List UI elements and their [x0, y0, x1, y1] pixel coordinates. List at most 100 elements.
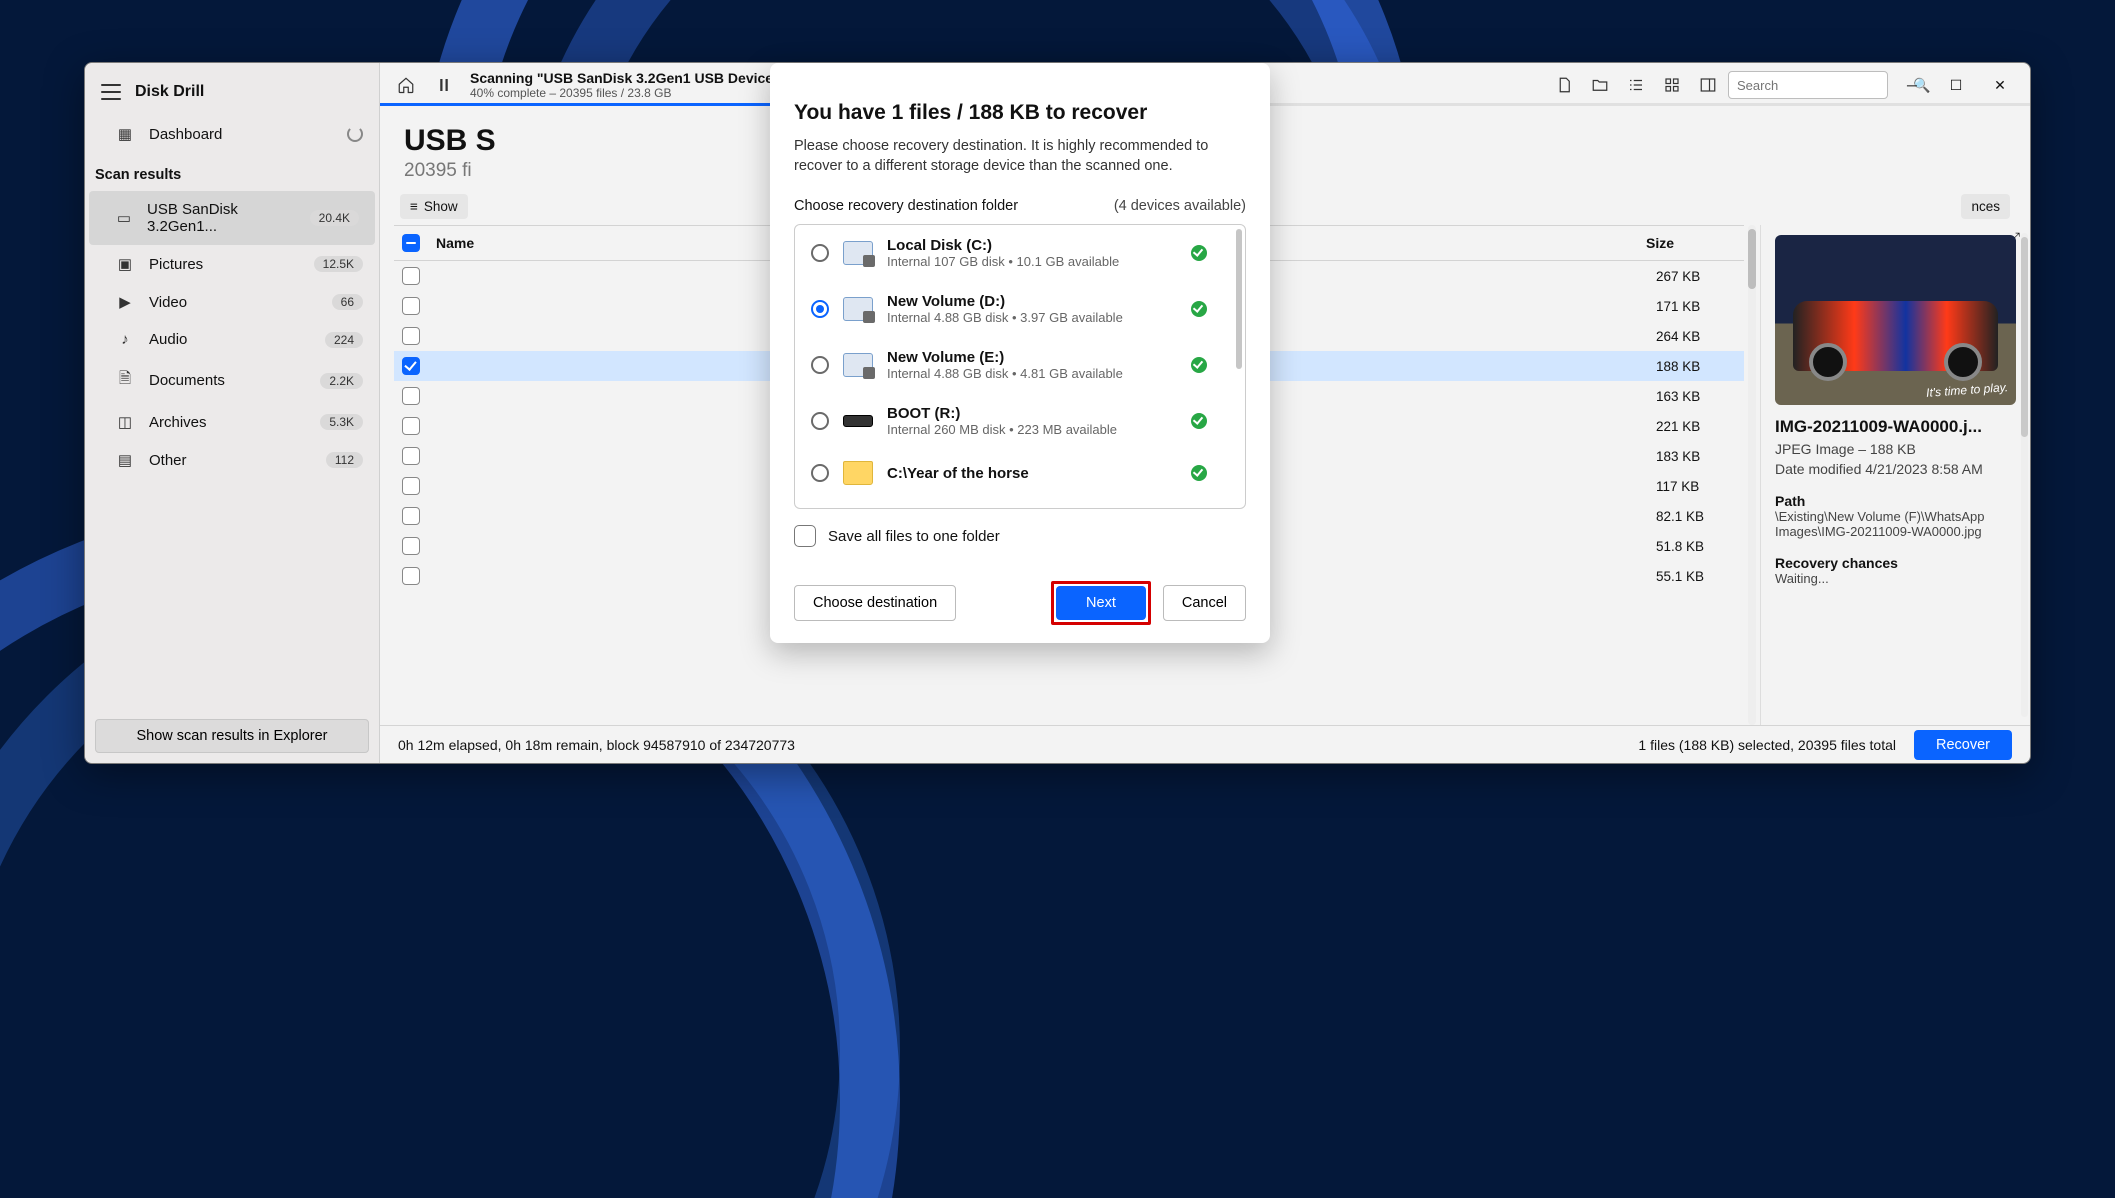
recover-button[interactable]: Recover: [1914, 730, 2012, 760]
sidebar-item-documents[interactable]: 🗎 Documents 2.2K: [85, 358, 379, 403]
destination-item[interactable]: BOOT (R:)Internal 260 MB disk • 223 MB a…: [795, 393, 1245, 449]
drive-icon: [843, 241, 873, 265]
radio-button[interactable]: [811, 356, 829, 374]
close-button[interactable]: ✕: [1980, 70, 2020, 100]
list-view-icon[interactable]: [1620, 69, 1652, 101]
sidebar-item-dashboard[interactable]: ▦ Dashboard: [85, 115, 379, 153]
detail-filename: IMG-20211009-WA0000.j...: [1775, 417, 2016, 437]
pause-button[interactable]: [428, 69, 460, 101]
row-checkbox[interactable]: [402, 567, 420, 585]
home-button[interactable]: [390, 69, 422, 101]
row-size: 221 KB: [1656, 419, 1736, 434]
radio-button[interactable]: [811, 464, 829, 482]
detail-path-label: Path: [1775, 493, 2016, 509]
row-checkbox[interactable]: [402, 357, 420, 375]
destination-name: New Volume (D:): [887, 293, 1123, 310]
sidebar-item-archives[interactable]: ◫ Archives 5.3K: [85, 403, 379, 441]
row-size: 188 KB: [1656, 359, 1736, 374]
save-all-label: Save all files to one folder: [828, 528, 1000, 545]
search-input[interactable]: 🔍: [1728, 71, 1888, 99]
sidebar-item-other[interactable]: ▤ Other 112: [85, 441, 379, 479]
sidebar-item-label: Dashboard: [149, 126, 222, 143]
other-icon: ▤: [115, 451, 135, 469]
count-badge: 12.5K: [314, 256, 363, 272]
ok-badge-icon: [1191, 413, 1207, 429]
select-all-checkbox[interactable]: [402, 234, 420, 252]
sidebar-item-label: Archives: [149, 414, 207, 431]
column-header-size[interactable]: Size: [1646, 235, 1736, 251]
video-icon: ▶: [115, 293, 135, 311]
row-checkbox[interactable]: [402, 327, 420, 345]
row-checkbox[interactable]: [402, 297, 420, 315]
show-filter-button[interactable]: ≡ Show: [400, 194, 468, 219]
next-button[interactable]: Next: [1056, 586, 1146, 620]
radio-button[interactable]: [811, 412, 829, 430]
image-preview: It's time to play.: [1775, 235, 2016, 405]
row-checkbox[interactable]: [402, 447, 420, 465]
modal-choose-label: Choose recovery destination folder: [794, 198, 1018, 214]
save-all-checkbox[interactable]: Save all files to one folder: [794, 525, 1246, 547]
table-scrollbar[interactable]: [1748, 225, 1756, 725]
cancel-button[interactable]: Cancel: [1163, 585, 1246, 621]
file-icon[interactable]: [1548, 69, 1580, 101]
audio-icon: ♪: [115, 331, 135, 348]
next-button-highlight: Next: [1051, 581, 1151, 625]
row-checkbox[interactable]: [402, 477, 420, 495]
modal-subtitle: Please choose recovery destination. It i…: [794, 137, 1246, 176]
document-icon: 🗎: [115, 368, 135, 393]
row-checkbox[interactable]: [402, 537, 420, 555]
sidebar-item-pictures[interactable]: ▣ Pictures 12.5K: [85, 245, 379, 283]
chances-filter-button[interactable]: nces: [1961, 194, 2010, 219]
row-checkbox[interactable]: [402, 387, 420, 405]
sidebar-section-title: Scan results: [85, 153, 379, 191]
destination-item[interactable]: Local Disk (C:)Internal 107 GB disk • 10…: [795, 225, 1245, 281]
detail-scrollbar[interactable]: [2021, 233, 2028, 717]
main-pane: Scanning "USB SanDisk 3.2Gen1 USB Device…: [380, 63, 2030, 763]
destination-detail: Internal 4.88 GB disk • 4.81 GB availabl…: [887, 366, 1123, 381]
destination-item[interactable]: C:\Year of the horse: [795, 449, 1245, 497]
row-checkbox[interactable]: [402, 267, 420, 285]
destination-detail: Internal 107 GB disk • 10.1 GB available: [887, 254, 1119, 269]
destination-item[interactable]: New Volume (E:)Internal 4.88 GB disk • 4…: [795, 337, 1245, 393]
row-checkbox[interactable]: [402, 417, 420, 435]
destination-detail: Internal 260 MB disk • 223 MB available: [887, 422, 1117, 437]
search-field[interactable]: [1737, 78, 1913, 93]
count-badge: 2.2K: [320, 373, 363, 389]
destination-scrollbar[interactable]: [1236, 229, 1242, 369]
row-size: 264 KB: [1656, 329, 1736, 344]
detail-date: Date modified 4/21/2023 8:58 AM: [1775, 461, 2016, 477]
choose-destination-button[interactable]: Choose destination: [794, 585, 956, 621]
sidebar-item-audio[interactable]: ♪ Audio 224: [85, 321, 379, 358]
drive-icon: [843, 461, 873, 485]
panel-toggle-icon[interactable]: [1692, 69, 1724, 101]
maximize-button[interactable]: ☐: [1936, 70, 1976, 100]
sidebar-item-label: Pictures: [149, 256, 203, 273]
radio-button[interactable]: [811, 300, 829, 318]
row-size: 171 KB: [1656, 299, 1736, 314]
scan-subtitle: 40% complete – 20395 files / 23.8 GB: [470, 86, 780, 100]
ok-badge-icon: [1191, 465, 1207, 481]
row-checkbox[interactable]: [402, 507, 420, 525]
drive-icon: [843, 353, 873, 377]
sidebar-item-video[interactable]: ▶ Video 66: [85, 283, 379, 321]
radio-button[interactable]: [811, 244, 829, 262]
chip-label: nces: [1971, 199, 2000, 214]
scan-title: Scanning "USB SanDisk 3.2Gen1 USB Device…: [470, 70, 780, 86]
ok-badge-icon: [1191, 245, 1207, 261]
destination-detail: Internal 4.88 GB disk • 3.97 GB availabl…: [887, 310, 1123, 325]
row-size: 183 KB: [1656, 449, 1736, 464]
destination-item[interactable]: New Volume (D:)Internal 4.88 GB disk • 3…: [795, 281, 1245, 337]
menu-icon[interactable]: [101, 84, 121, 100]
sidebar: Disk Drill ▦ Dashboard Scan results ▭ US…: [85, 63, 380, 763]
sidebar-item-label: Other: [149, 452, 187, 469]
app-title: Disk Drill: [135, 83, 204, 101]
grid-view-icon[interactable]: [1656, 69, 1688, 101]
show-in-explorer-button[interactable]: Show scan results in Explorer: [95, 719, 369, 753]
filter-icon: ≡: [410, 199, 418, 214]
archive-icon: ◫: [115, 413, 135, 431]
folder-icon[interactable]: [1584, 69, 1616, 101]
minimize-button[interactable]: ─: [1892, 70, 1932, 100]
grid-icon: ▦: [115, 125, 135, 143]
sidebar-item-usb[interactable]: ▭ USB SanDisk 3.2Gen1... 20.4K: [89, 191, 375, 245]
ok-badge-icon: [1191, 357, 1207, 373]
